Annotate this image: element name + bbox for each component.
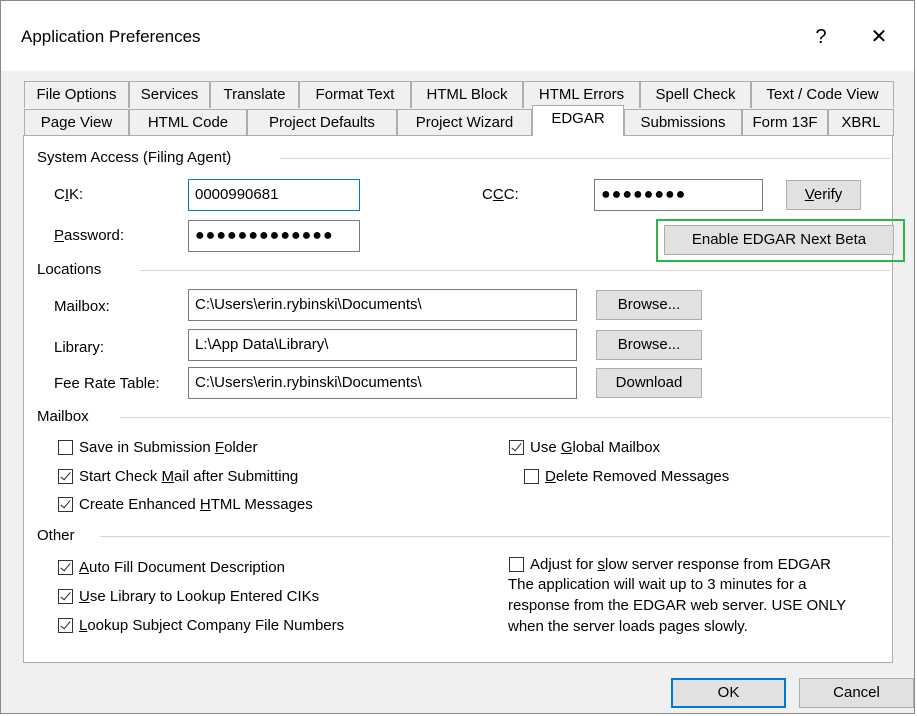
tab-translate[interactable]: Translate [210,81,299,108]
delete-removed-messages-box[interactable] [524,468,539,484]
create-enhanced-html-checkbox[interactable]: Create Enhanced HTML Messages [58,493,313,515]
lookup-subject-company-label: Lookup Subject Company File Numbers [79,616,345,634]
adjust-slow-server-label: Adjust for slow server response from EDG… [530,555,831,573]
other-divider [100,536,890,537]
help-button[interactable]: ? [801,19,841,55]
use-global-mailbox-label: Use Global Mailbox [530,438,661,456]
tab-text-code-view[interactable]: Text / Code View [751,81,894,108]
tab-services[interactable]: Services [129,81,210,108]
close-button[interactable]: ✕ [859,19,899,55]
auto-fill-description-label: Auto Fill Document Description [79,558,285,576]
mailbox-path-label: Mailbox: [54,298,110,315]
library-path-label: Library: [54,339,105,356]
use-global-mailbox-box[interactable] [509,439,524,455]
locations-divider [140,270,890,271]
create-enhanced-html-box[interactable] [58,496,73,512]
library-browse-button[interactable]: Browse... [596,330,702,360]
mailbox-path-input[interactable]: C:\Users\erin.rybinski\Documents\ [188,289,577,321]
ccc-label: CCC: [482,186,519,203]
tab-html-block[interactable]: HTML Block [411,81,523,108]
ok-button[interactable]: OK [671,678,786,708]
verify-button[interactable]: Verify [786,180,861,210]
system-access-group-label: System Access (Filing Agent) [37,149,238,166]
cik-input[interactable]: 0000990681 [188,179,360,211]
slow-server-note-line: when the server loads pages slowly. [508,618,748,635]
start-check-mail-checkbox[interactable]: Start Check Mail after Submitting [58,465,298,487]
library-path-input[interactable]: L:\App Data\Library\ [188,329,577,361]
title-bar: Application Preferences ? ✕ [1,1,914,71]
enable-edgar-next-button[interactable]: Enable EDGAR Next Beta [664,225,894,255]
tab-html-errors[interactable]: HTML Errors [523,81,640,108]
tab-page-view[interactable]: Page View [24,109,129,136]
password-input[interactable]: ●●●●●●●●●●●●● [188,220,360,252]
password-label: Password: [54,227,125,244]
auto-fill-description-checkbox[interactable]: Auto Fill Document Description [58,556,285,578]
tab-file-options[interactable]: File Options [24,81,129,108]
mailbox-group-label: Mailbox [37,408,95,425]
auto-fill-description-box[interactable] [58,559,73,575]
fee-rate-table-label: Fee Rate Table: [54,375,160,392]
mailbox-divider [120,417,890,418]
locations-group-label: Locations [37,261,108,278]
slow-server-note: The application will wait up to 3 minute… [508,574,846,637]
start-check-mail-label: Start Check Mail after Submitting [79,467,299,485]
tab-project-defaults[interactable]: Project Defaults [247,109,397,136]
use-library-lookup-label: Use Library to Lookup Entered CIKs [79,587,320,605]
use-library-lookup-box[interactable] [58,588,73,604]
tab-edgar[interactable]: EDGAR [532,105,624,136]
tab-format-text[interactable]: Format Text [299,81,411,108]
system-access-divider [280,158,890,159]
lookup-subject-company-checkbox[interactable]: Lookup Subject Company File Numbers [58,614,344,636]
create-enhanced-html-label: Create Enhanced HTML Messages [79,495,313,513]
delete-removed-messages-label: Delete Removed Messages [545,467,730,485]
tab-project-wizard[interactable]: Project Wizard [397,109,532,136]
tab-submissions[interactable]: Submissions [624,109,742,136]
dialog-title: Application Preferences [21,27,201,46]
mailbox-browse-button[interactable]: Browse... [596,290,702,320]
adjust-slow-server-checkbox[interactable]: Adjust for slow server response from EDG… [509,553,831,575]
fee-rate-table-input[interactable]: C:\Users\erin.rybinski\Documents\ [188,367,577,399]
delete-removed-messages-checkbox[interactable]: Delete Removed Messages [524,465,729,487]
start-check-mail-box[interactable] [58,468,73,484]
tab-html-code[interactable]: HTML Code [129,109,247,136]
save-in-submission-folder-label: Save in Submission Folder [79,438,258,456]
use-library-lookup-checkbox[interactable]: Use Library to Lookup Entered CIKs [58,585,319,607]
adjust-slow-server-box[interactable] [509,556,524,572]
slow-server-note-line: The application will wait up to 3 minute… [508,576,807,593]
use-global-mailbox-checkbox[interactable]: Use Global Mailbox [509,436,660,458]
save-in-submission-folder-box[interactable] [58,439,73,455]
cancel-button[interactable]: Cancel [799,678,914,708]
save-in-submission-folder-checkbox[interactable]: Save in Submission Folder [58,436,257,458]
tab-spell-check[interactable]: Spell Check [640,81,751,108]
ccc-input[interactable]: ●●●●●●●● [594,179,763,211]
tab-xbrl[interactable]: XBRL [828,109,894,136]
lookup-subject-company-box[interactable] [58,617,73,633]
download-button[interactable]: Download [596,368,702,398]
cik-label: CIK: [54,186,84,203]
other-group-label: Other [37,527,81,544]
slow-server-note-line: response from the EDGAR web server. USE … [508,597,847,614]
tab-form-13f[interactable]: Form 13F [742,109,828,136]
